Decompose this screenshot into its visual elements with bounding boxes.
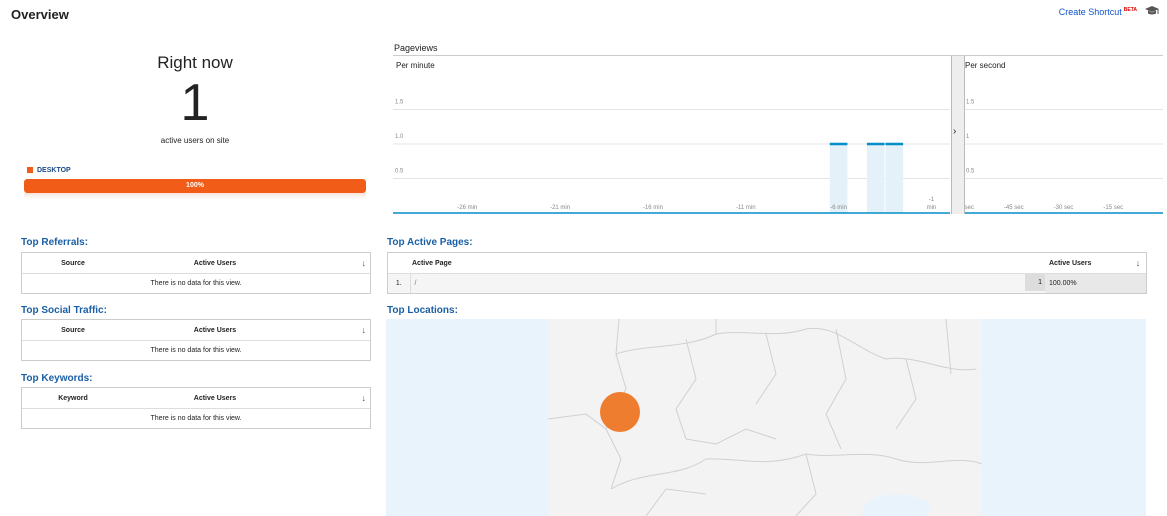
device-label: DESKTOP [37,167,71,174]
x-tick-label: -21 min [550,205,570,211]
row-users: 1 [1025,274,1045,291]
y-tick-label: 0.5 [395,169,404,175]
x-tick-label: -11 min [736,205,756,211]
pageviews-charts: 0.51.01.5-26 min -21 min -16 min -11 min -6 … [393,100,1163,214]
graduation-cap-icon[interactable] [1145,4,1159,16]
per-second-label: Per second [965,61,1006,70]
top-locations-title[interactable]: Top Locations: [387,305,458,316]
sort-arrow-icon[interactable]: ↓ [1136,258,1141,268]
col-active-users[interactable]: Active Users [124,253,306,274]
row-index: 1. [388,273,411,293]
empty-message: There is no data for this view. [150,347,242,354]
y-tick-label: 1.0 [395,134,404,140]
top-active-pages-table: Active Page Active Users ↓ 1. / 1 100.00… [387,252,1147,294]
pageviews-title: Pageviews [394,43,438,53]
device-bar-track: 100% [24,179,366,193]
active-users-subtitle: active users on site [160,136,230,145]
bar [866,144,885,213]
create-shortcut-label: Create Shortcut [1058,7,1122,17]
col-source[interactable]: Source [22,253,124,274]
right-now-title: Right now [157,53,233,72]
y-tick-label: 1.5 [966,100,975,106]
x-tick-label: -30 sec [1054,205,1074,211]
top-active-pages-title[interactable]: Top Active Pages: [387,237,473,248]
bar [885,144,904,213]
y-tick-label: 0.5 [966,169,975,175]
beta-badge: BETA [1123,7,1137,13]
col-active-users[interactable]: Active Users [124,388,306,409]
active-users-count: 1 [180,74,210,132]
x-tick-label: -26 min [457,205,477,211]
table-row[interactable]: 1. / 1 100.00% [388,273,1146,293]
empty-message: There is no data for this view. [150,280,242,287]
x-tick-label: -15 sec [1103,205,1123,211]
bar [829,144,848,213]
col-keyword[interactable]: Keyword [22,388,124,409]
page-title: Overview [11,7,69,22]
expand-arrow-icon[interactable]: › [953,126,956,137]
row-page-link[interactable]: / [415,280,417,287]
device-swatch [27,167,33,173]
sort-arrow-icon[interactable]: ↓ [362,325,367,335]
x-tick-label: -1 [929,197,935,203]
x-tick-label: min [927,205,937,211]
col-active-users[interactable]: Active Users [1045,253,1130,274]
per-minute-label: Per minute [396,61,435,70]
sort-arrow-icon[interactable]: ↓ [362,393,367,403]
col-active-users[interactable]: Active Users [124,320,306,341]
top-keywords-table: Keyword Active Users ↓ There is no data … [21,387,371,429]
top-referrals-table: Source Active Users ↓ There is no data f… [21,252,371,294]
locations-map[interactable] [386,319,1146,516]
col-source[interactable]: Source [22,320,124,341]
device-bar-shadow [24,193,366,199]
top-social-title[interactable]: Top Social Traffic: [21,305,107,316]
location-marker[interactable] [600,392,640,432]
top-referrals-title[interactable]: Top Referrals: [21,237,88,248]
device-legend: DESKTOP [27,167,71,174]
device-bar-fill[interactable]: 100% [24,179,366,193]
x-tick-label: -6 min [830,205,847,211]
y-tick-label: 1 [966,134,970,140]
x-tick-label: -16 min [643,205,663,211]
sort-arrow-icon[interactable]: ↓ [362,258,367,268]
col-active-page[interactable]: Active Page [410,253,1045,274]
row-percent: 100.00% [1045,273,1146,293]
map-graphic [547,319,983,516]
y-tick-label: 1.5 [395,100,404,106]
x-tick-label: -45 sec [1004,205,1024,211]
top-keywords-title[interactable]: Top Keywords: [21,373,92,384]
top-social-table: Source Active Users ↓ There is no data f… [21,319,371,361]
empty-message: There is no data for this view. [150,415,242,422]
create-shortcut-link[interactable]: Create Shortcut BETA [1059,7,1137,17]
